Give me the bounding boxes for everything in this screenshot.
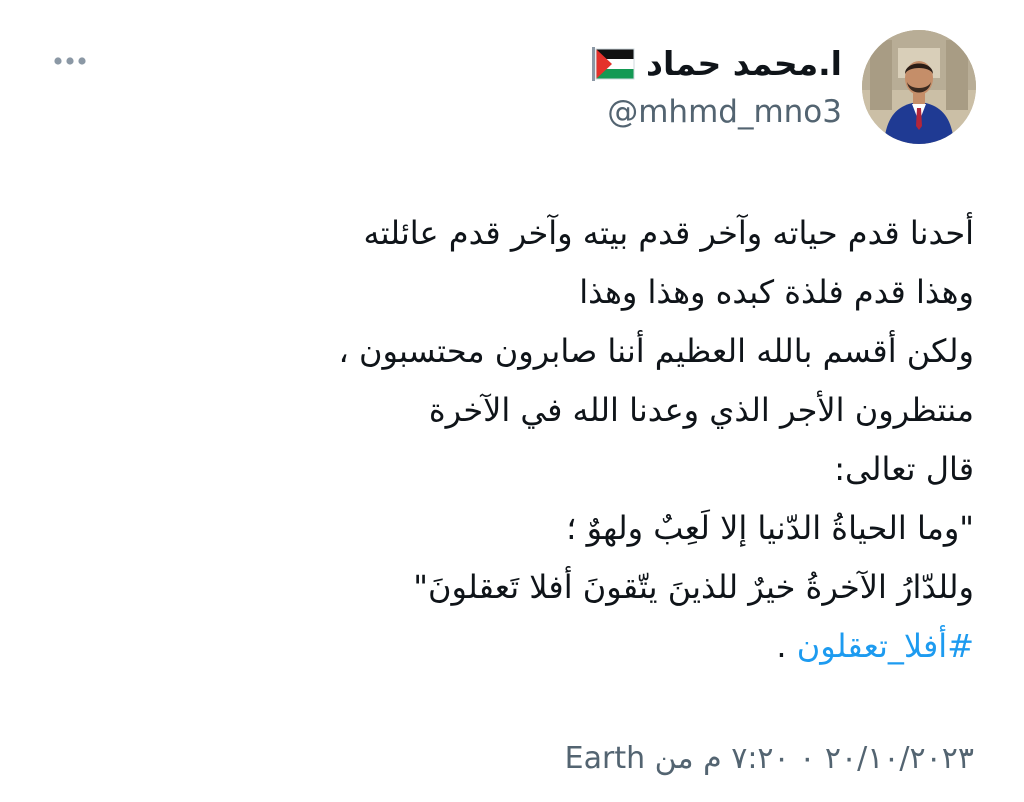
tweet-line: أحدنا قدم حياته وآخر قدم بيته وآخر قدم ع…: [363, 214, 974, 252]
tweet-meta: ٢٠/١٠/٢٠٢٣ ٠ ٧:٢٠ م من Earth: [565, 735, 974, 783]
tweet-line: قال تعالى:: [834, 450, 974, 488]
tweet-line: ولكن أقسم بالله العظيم أننا صابرون محتسب…: [338, 332, 974, 370]
source-prefix: من: [645, 741, 704, 776]
hashtag-link[interactable]: #أفلا_تعقلون: [797, 627, 974, 665]
tweet-timestamp[interactable]: ٢٠/١٠/٢٠٢٣ ٠ ٧:٢٠ م: [703, 741, 974, 776]
author-display-name[interactable]: ا.محمد حماد: [646, 38, 842, 90]
palestine-flag-icon: [590, 47, 636, 81]
more-options-icon[interactable]: [50, 46, 90, 76]
hashtag-tail: .: [776, 627, 797, 665]
tweet-line: "وما الحياةُ الدّنيا إلا لَعِبٌ ولهوٌ ؛: [566, 509, 974, 547]
tweet-text: أحدنا قدم حياته وآخر قدم بيته وآخر قدم ع…: [184, 204, 974, 676]
hashtag-line: #أفلا_تعقلون .: [184, 617, 974, 676]
author-name-row[interactable]: ا.محمد حماد: [590, 38, 842, 90]
tweet-line: وللدّارُ الآخرةُ خيرٌ للذينَ يتّقونَ أفل…: [413, 568, 974, 606]
tweet-source[interactable]: Earth: [565, 741, 645, 776]
avatar[interactable]: [862, 30, 976, 144]
tweet-line: وهذا قدم فلذة كبده وهذا وهذا: [579, 273, 974, 311]
tweet-line: منتظرون الأجر الذي وعدنا الله في الآخرة: [428, 391, 974, 429]
author-handle[interactable]: @mhmd_mno3: [607, 92, 842, 132]
